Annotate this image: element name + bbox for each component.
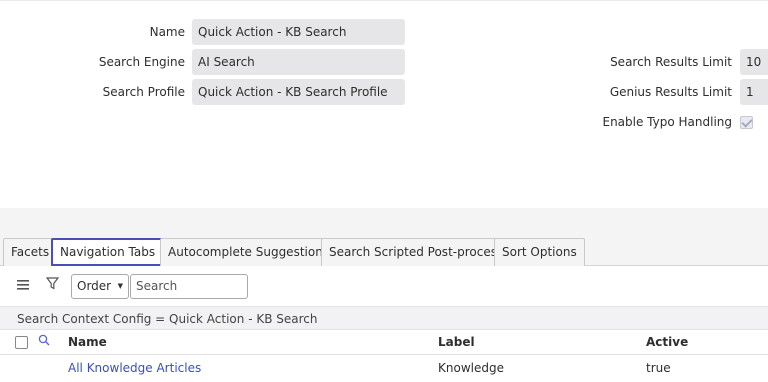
- tab-facets[interactable]: Facets: [3, 238, 58, 266]
- table-row: All Knowledge Articles Knowledge true: [0, 355, 768, 382]
- sort-field-value: Order: [77, 279, 112, 293]
- name-field[interactable]: Quick Action - KB Search: [192, 19, 405, 45]
- record-form: Name Quick Action - KB Search Search Eng…: [0, 0, 768, 208]
- search-engine-label: Search Engine: [98, 55, 185, 69]
- select-all-checkbox[interactable]: [15, 336, 28, 349]
- search-engine-field[interactable]: AI Search: [192, 49, 405, 75]
- breadcrumb[interactable]: Search Context Config = Quick Action - K…: [0, 306, 768, 330]
- genius-results-limit-label: Genius Results Limit: [609, 85, 732, 99]
- search-input[interactable]: Search: [130, 274, 248, 299]
- hamburger-icon[interactable]: [14, 277, 32, 295]
- row-active: true: [646, 361, 671, 375]
- search-results-limit-field[interactable]: 10: [740, 49, 768, 75]
- tab-sort-options[interactable]: Sort Options: [494, 238, 585, 266]
- column-header-name[interactable]: Name: [68, 330, 107, 355]
- funnel-icon[interactable]: [43, 277, 61, 295]
- enable-typo-handling-checkbox[interactable]: [740, 116, 753, 129]
- row-name-link[interactable]: All Knowledge Articles: [68, 355, 201, 381]
- section-divider: [0, 208, 768, 238]
- search-results-limit-label: Search Results Limit: [610, 55, 732, 69]
- enable-typo-handling-label: Enable Typo Handling: [602, 115, 732, 129]
- chevron-down-icon: ▼: [117, 282, 123, 290]
- row-label: Knowledge: [438, 361, 504, 375]
- genius-results-limit-field[interactable]: 1: [740, 79, 768, 105]
- sort-field-select[interactable]: Order ▼: [71, 274, 129, 299]
- related-list-tabs: Facets Navigation Tabs (1) Autocomplete …: [0, 238, 768, 266]
- column-header-active[interactable]: Active: [646, 330, 688, 355]
- search-profile-label: Search Profile: [102, 85, 185, 99]
- table-header: Name Label Active: [0, 330, 768, 355]
- search-profile-field[interactable]: Quick Action - KB Search Profile: [192, 79, 405, 105]
- search-icon[interactable]: [38, 334, 52, 348]
- name-label: Name: [149, 25, 185, 39]
- column-header-label[interactable]: Label: [438, 330, 475, 355]
- list-toolbar: Order ▼ Search: [0, 266, 768, 306]
